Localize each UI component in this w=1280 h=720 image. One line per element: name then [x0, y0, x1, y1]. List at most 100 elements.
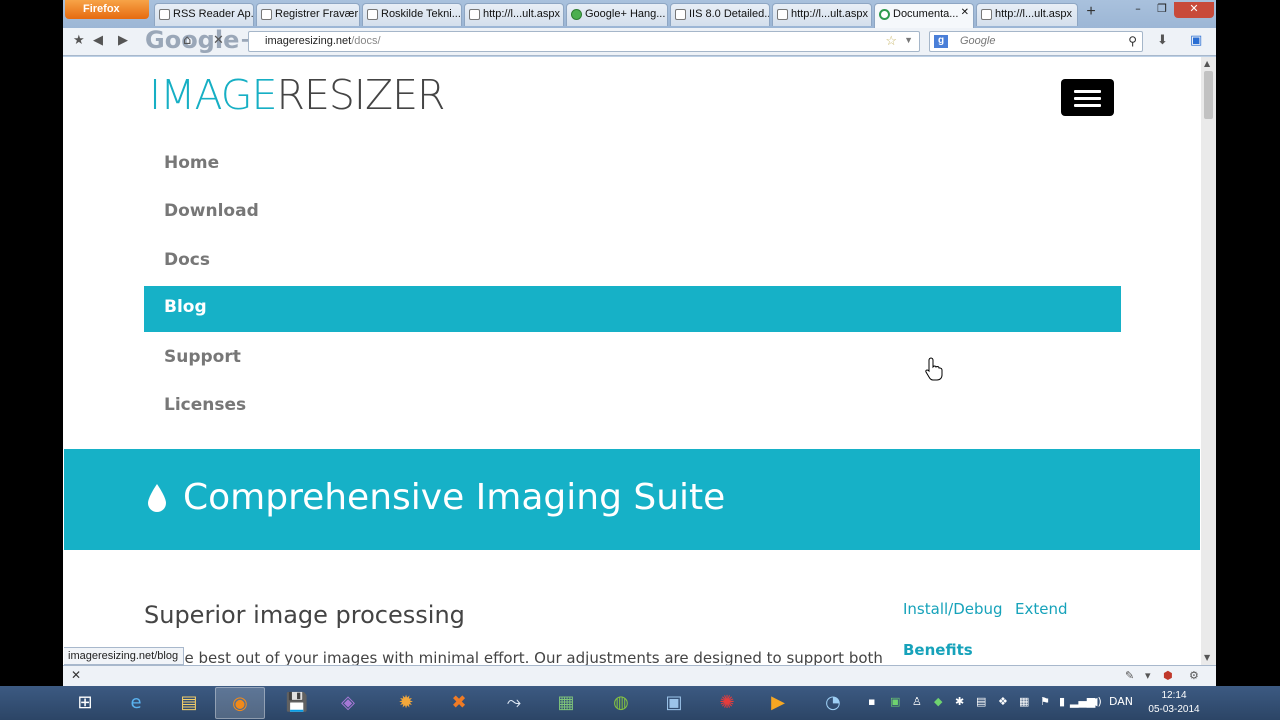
search-bar[interactable]: g Google ⚲: [929, 31, 1143, 52]
bookmark-icon[interactable]: ☆: [885, 33, 897, 49]
tab-label: Roskilde Tekni...: [381, 8, 461, 20]
dropbox-icon[interactable]: ❖: [998, 695, 1008, 708]
back-icon[interactable]: ◀: [93, 33, 103, 48]
feed-icon: [159, 9, 170, 20]
menu-item-support[interactable]: Support: [144, 336, 1121, 382]
tab-label: Google+ Hang...: [585, 8, 666, 20]
excel-app-icon[interactable]: ▦: [541, 687, 591, 719]
menu-item-licenses[interactable]: Licenses: [144, 384, 1121, 430]
tab-label: RSS Reader Ap...: [173, 8, 254, 20]
spotify-icon[interactable]: ◍: [596, 687, 646, 719]
tab-label: http://l...ult.aspx: [483, 8, 561, 20]
firefox-menu-button[interactable]: Firefox: [65, 0, 149, 19]
tray-app-icon[interactable]: ▪: [868, 695, 875, 708]
dropdown-icon[interactable]: ▾: [1145, 669, 1151, 682]
tab-roskilde-tekni[interactable]: Roskilde Tekni...: [362, 3, 462, 26]
abp-icon[interactable]: ⬢: [1163, 669, 1173, 682]
tab-iis-detailed[interactable]: IIS 8.0 Detailed...: [670, 3, 770, 26]
url-host: imageresizing.net: [265, 35, 352, 47]
google-plus-watermark: Google+: [145, 26, 260, 54]
clock-date: 05-03-2014: [1148, 704, 1200, 715]
internet-explorer-icon[interactable]: e: [111, 687, 161, 719]
gear-icon[interactable]: ⚙: [1189, 669, 1199, 682]
menu-item-blog[interactable]: Blog: [144, 286, 1121, 332]
tab-rss-reader[interactable]: RSS Reader Ap...: [154, 3, 254, 26]
forward-icon[interactable]: ▶: [118, 33, 128, 48]
splash-app-icon[interactable]: ✺: [702, 687, 752, 719]
tray-monitor-icon[interactable]: ▣: [890, 695, 900, 708]
install-debug-link[interactable]: Install/Debug: [903, 600, 1003, 618]
google-search-engine-icon[interactable]: g: [934, 35, 948, 48]
navigation-toolbar: ★ ◀ ▶ Google+ ⌂ ✕ imageresizing.net/docs…: [63, 26, 1216, 56]
start-button[interactable]: ⊞: [60, 687, 110, 719]
tab-google-hangouts[interactable]: Google+ Hang...: [566, 3, 668, 26]
tab-localhost-1[interactable]: http://l...ult.aspx: [464, 3, 564, 26]
tray-user-icon[interactable]: ♙: [912, 695, 922, 708]
section-title: Superior image processing: [144, 601, 465, 629]
tab-registrer-fravaer[interactable]: Registrer Fravær: [256, 3, 360, 26]
chat-app-icon[interactable]: ◔: [808, 687, 858, 719]
firefox-icon[interactable]: ◉: [215, 687, 265, 719]
page-viewport: IMAGERESIZER Home Download Docs Blog Sup…: [63, 57, 1201, 665]
water-drop-icon: [148, 484, 166, 512]
settings-app-icon[interactable]: ✹: [381, 687, 431, 719]
bluetooth-icon[interactable]: ✱: [955, 695, 964, 708]
system-clock[interactable]: 12:14 05-03-2014: [1144, 689, 1204, 717]
hamburger-icon[interactable]: [1061, 79, 1114, 116]
close-tab-icon[interactable]: ✕: [961, 7, 969, 18]
menu-item-home[interactable]: Home: [144, 142, 1121, 188]
arrow-icon: [367, 9, 378, 20]
desktop: Firefox RSS Reader Ap... Registrer Fravæ…: [0, 0, 1280, 720]
status-url-tooltip: imageresizing.net/blog: [64, 647, 185, 665]
battery-icon[interactable]: ▮: [1059, 695, 1065, 708]
close-window-button[interactable]: ✕: [1174, 2, 1214, 18]
dropdown-icon[interactable]: ▼: [904, 35, 913, 45]
tab-strip: Firefox RSS Reader Ap... Registrer Fravæ…: [63, 0, 1216, 28]
benefits-link[interactable]: Benefits: [903, 641, 973, 659]
address-bar[interactable]: imageresizing.net/docs/ ☆ ▼: [248, 31, 920, 52]
search-icon[interactable]: ⚲: [1128, 34, 1137, 48]
pipette-icon[interactable]: ✎: [1125, 669, 1134, 682]
download-icon[interactable]: ⬇: [1157, 33, 1168, 48]
tray-keyboard-icon[interactable]: ▦: [1019, 695, 1029, 708]
home-icon[interactable]: ⌂: [183, 33, 191, 48]
volume-icon[interactable]: ◀): [1089, 695, 1102, 708]
imageresizer-logo[interactable]: IMAGERESIZER: [149, 71, 445, 119]
scrollbar-thumb[interactable]: [1204, 71, 1213, 119]
tray-display-icon[interactable]: ▤: [976, 695, 986, 708]
vertical-scrollbar[interactable]: ▲ ▼: [1201, 57, 1216, 665]
tab-label: http://l...ult.aspx: [791, 8, 869, 20]
save-app-icon[interactable]: 💾: [272, 687, 322, 719]
new-tab-button[interactable]: +: [1081, 3, 1101, 24]
tab-localhost-2[interactable]: http://l...ult.aspx: [772, 3, 872, 26]
scroll-up-icon[interactable]: ▲: [1204, 59, 1210, 68]
page-icon: [981, 9, 992, 20]
search-input[interactable]: Google: [960, 35, 995, 47]
remote-app-icon[interactable]: ▣: [649, 687, 699, 719]
restore-button[interactable]: ❐: [1150, 2, 1174, 18]
hero-banner: Comprehensive Imaging Suite: [64, 449, 1200, 550]
tab-documentation[interactable]: Documenta... ✕: [874, 3, 974, 28]
scroll-down-icon[interactable]: ▼: [1204, 653, 1210, 662]
language-indicator[interactable]: DAN: [1109, 695, 1133, 708]
media-player-icon[interactable]: ▶: [753, 687, 803, 719]
logo-part-2: RESIZER: [276, 71, 445, 119]
extend-link[interactable]: Extend: [1015, 600, 1068, 618]
tab-localhost-3[interactable]: http://l...ult.aspx: [976, 3, 1078, 26]
sql-tool-icon[interactable]: ⤳: [489, 687, 539, 719]
minimize-button[interactable]: –: [1126, 2, 1150, 18]
logo-part-1: IMAGE: [149, 71, 277, 119]
extension-icon[interactable]: ▣: [1190, 33, 1202, 48]
tab-label: Registrer Fravær: [275, 8, 359, 20]
bookmark-star-icon[interactable]: ★: [73, 33, 85, 48]
close-addon-bar-icon[interactable]: ✕: [71, 668, 81, 682]
menu-item-download[interactable]: Download: [144, 190, 1121, 236]
reload-icon[interactable]: ✕: [213, 33, 224, 48]
banner-title: Comprehensive Imaging Suite: [183, 477, 726, 518]
action-center-flag-icon[interactable]: ⚑: [1040, 695, 1050, 708]
file-explorer-icon[interactable]: ▤: [164, 687, 214, 719]
xampp-icon[interactable]: ✖: [434, 687, 484, 719]
tray-nvidia-icon[interactable]: ◆: [934, 695, 942, 708]
menu-item-docs[interactable]: Docs: [144, 239, 1121, 285]
visual-studio-icon[interactable]: ◈: [323, 687, 373, 719]
